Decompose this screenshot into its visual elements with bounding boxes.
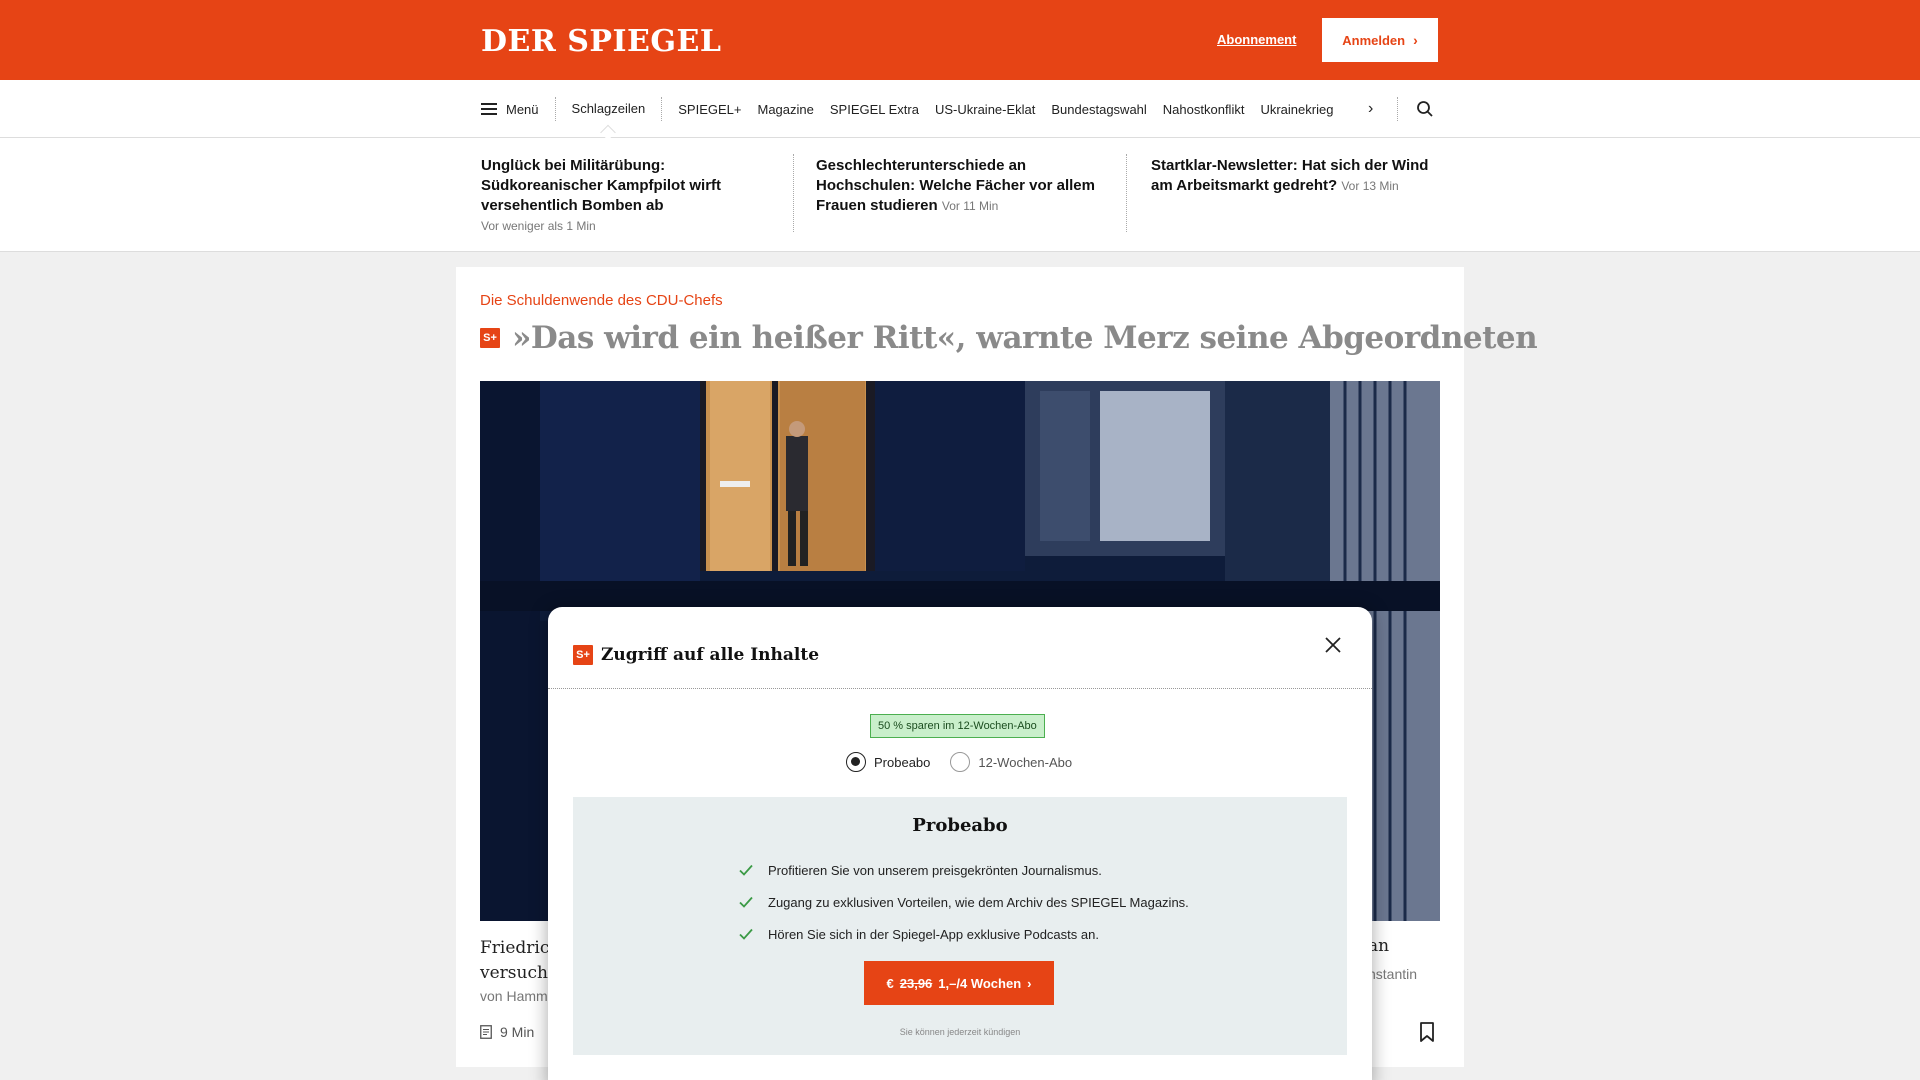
chevron-right-icon: ›: [1413, 32, 1418, 48]
ticker-divider: [793, 154, 794, 232]
read-time-label: 9 Min: [500, 1024, 535, 1040]
nav-item-spiegel-extra[interactable]: SPIEGEL Extra: [822, 102, 927, 117]
main-navigation: Menü Schlagzeilen SPIEGEL+ Magazine SPIE…: [0, 80, 1920, 138]
nav-item-ukrainekrieg[interactable]: Ukrainekrieg: [1252, 102, 1341, 117]
benefit-text: Profitieren Sie von unserem preisgekrönt…: [768, 862, 1102, 878]
site-header: DER SPIEGEL Abonnement Anmelden ›: [0, 0, 1920, 80]
benefits-list: Profitieren Sie von unserem preisgekrönt…: [738, 854, 1189, 950]
ticker-item[interactable]: Geschlechterunterschiede an Hochschulen:…: [816, 156, 1106, 216]
plan-title: Probeabo: [912, 815, 1008, 836]
benefit-text: Hören Sie sich in der Spiegel-App exklus…: [768, 926, 1099, 942]
ticker-item-time: Vor 13 Min: [1341, 179, 1399, 193]
nav-item-bundestagswahl[interactable]: Bundestagswahl: [1043, 102, 1154, 117]
nav-divider: [1397, 97, 1398, 121]
article-icon: [480, 1025, 492, 1039]
read-time: 9 Min: [480, 1024, 534, 1040]
cta-old-price: 23,96: [899, 975, 933, 991]
headline-ticker: Unglück bei Militärübung: Südkoreanische…: [0, 138, 1920, 252]
ticker-item[interactable]: Startklar-Newsletter: Hat sich der Wind …: [1151, 156, 1447, 196]
subscription-link[interactable]: Abonnement: [1217, 32, 1296, 47]
benefit-text: Zugang zu exklusiven Vorteilen, wie dem …: [768, 894, 1189, 910]
cancel-note: Sie können jederzeit kündigen: [899, 1027, 1021, 1037]
nav-item-nahostkonflikt[interactable]: Nahostkonflikt: [1155, 102, 1253, 117]
check-icon: [739, 864, 753, 876]
bookmark-icon[interactable]: [1419, 1022, 1435, 1042]
subscribe-button[interactable]: € 23,96 1,–/4 Wochen ›: [864, 961, 1054, 1005]
menu-label: Menü: [506, 101, 539, 117]
paywall-modal: S+ Zugriff auf alle Inhalte 50 % sparen …: [548, 607, 1372, 1080]
search-icon[interactable]: [1416, 100, 1434, 118]
radio-probeabo[interactable]: Probeabo: [846, 752, 930, 772]
plan-selector: Probeabo 12-Wochen-Abo: [846, 752, 1072, 772]
article-byline-right: nstantin: [1368, 966, 1418, 982]
radio-checked-icon: [846, 752, 866, 772]
login-button-label: Anmelden: [1342, 32, 1406, 48]
menu-button[interactable]: Menü: [481, 97, 556, 121]
check-icon: [739, 896, 753, 908]
cta-currency: €: [886, 975, 894, 991]
article-headline: »Das wird ein heißer Ritt«, warnte Merz …: [512, 320, 1538, 356]
ticker-item-time: Vor weniger als 1 Min: [481, 219, 596, 233]
benefit-item: Zugang zu exklusiven Vorteilen, wie dem …: [738, 886, 1189, 918]
radio-label: 12-Wochen-Abo: [978, 754, 1073, 770]
modal-title: Zugriff auf alle Inhalte: [601, 645, 820, 665]
ticker-item-time: Vor 11 Min: [941, 199, 999, 213]
benefit-item: Hören Sie sich in der Spiegel-App exklus…: [738, 918, 1189, 950]
close-icon[interactable]: [1323, 635, 1343, 655]
modal-header: S+ Zugriff auf alle Inhalte: [573, 645, 819, 665]
nav-item-magazine[interactable]: Magazine: [749, 102, 821, 117]
hamburger-icon: [481, 103, 497, 115]
spiegel-plus-badge: S+: [480, 328, 500, 348]
article-headline-row[interactable]: S+ »Das wird ein heißer Ritt«, warnte Me…: [480, 320, 1538, 356]
cta-new-price: 1,–/4 Wochen: [938, 975, 1022, 991]
nav-scroll-right-icon[interactable]: ›: [1368, 100, 1373, 118]
check-icon: [739, 928, 753, 940]
radio-12-wochen-abo[interactable]: 12-Wochen-Abo: [950, 752, 1072, 772]
teaser-line: versucht: [480, 963, 555, 983]
ticker-item[interactable]: Unglück bei Militärübung: Südkoreanische…: [481, 156, 781, 236]
savings-badge: 50 % sparen im 12-Wochen-Abo: [870, 714, 1045, 738]
chevron-right-icon: ›: [1027, 975, 1032, 991]
login-button[interactable]: Anmelden ›: [1322, 18, 1438, 62]
ticker-divider: [1126, 154, 1127, 232]
article-kicker[interactable]: Die Schuldenwende des CDU-Chefs: [480, 292, 723, 309]
ticker-item-title: Unglück bei Militärübung: Südkoreanische…: [481, 157, 722, 214]
radio-unchecked-icon: [950, 752, 971, 772]
site-logo[interactable]: DER SPIEGEL: [481, 24, 721, 59]
modal-divider: [548, 688, 1372, 689]
plan-details: Probeabo Profitieren Sie von unserem pre…: [573, 797, 1347, 1055]
article-byline: von Hamm: [480, 988, 548, 1004]
spiegel-plus-badge: S+: [573, 645, 593, 665]
nav-item-us-ukraine-eklat[interactable]: US-Ukraine-Eklat: [927, 102, 1043, 117]
radio-label: Probeabo: [874, 754, 931, 770]
benefit-item: Profitieren Sie von unserem preisgekrönt…: [738, 854, 1189, 886]
nav-item-spiegel-plus[interactable]: SPIEGEL+: [662, 102, 749, 117]
nav-item-schlagzeilen[interactable]: Schlagzeilen: [556, 97, 663, 121]
